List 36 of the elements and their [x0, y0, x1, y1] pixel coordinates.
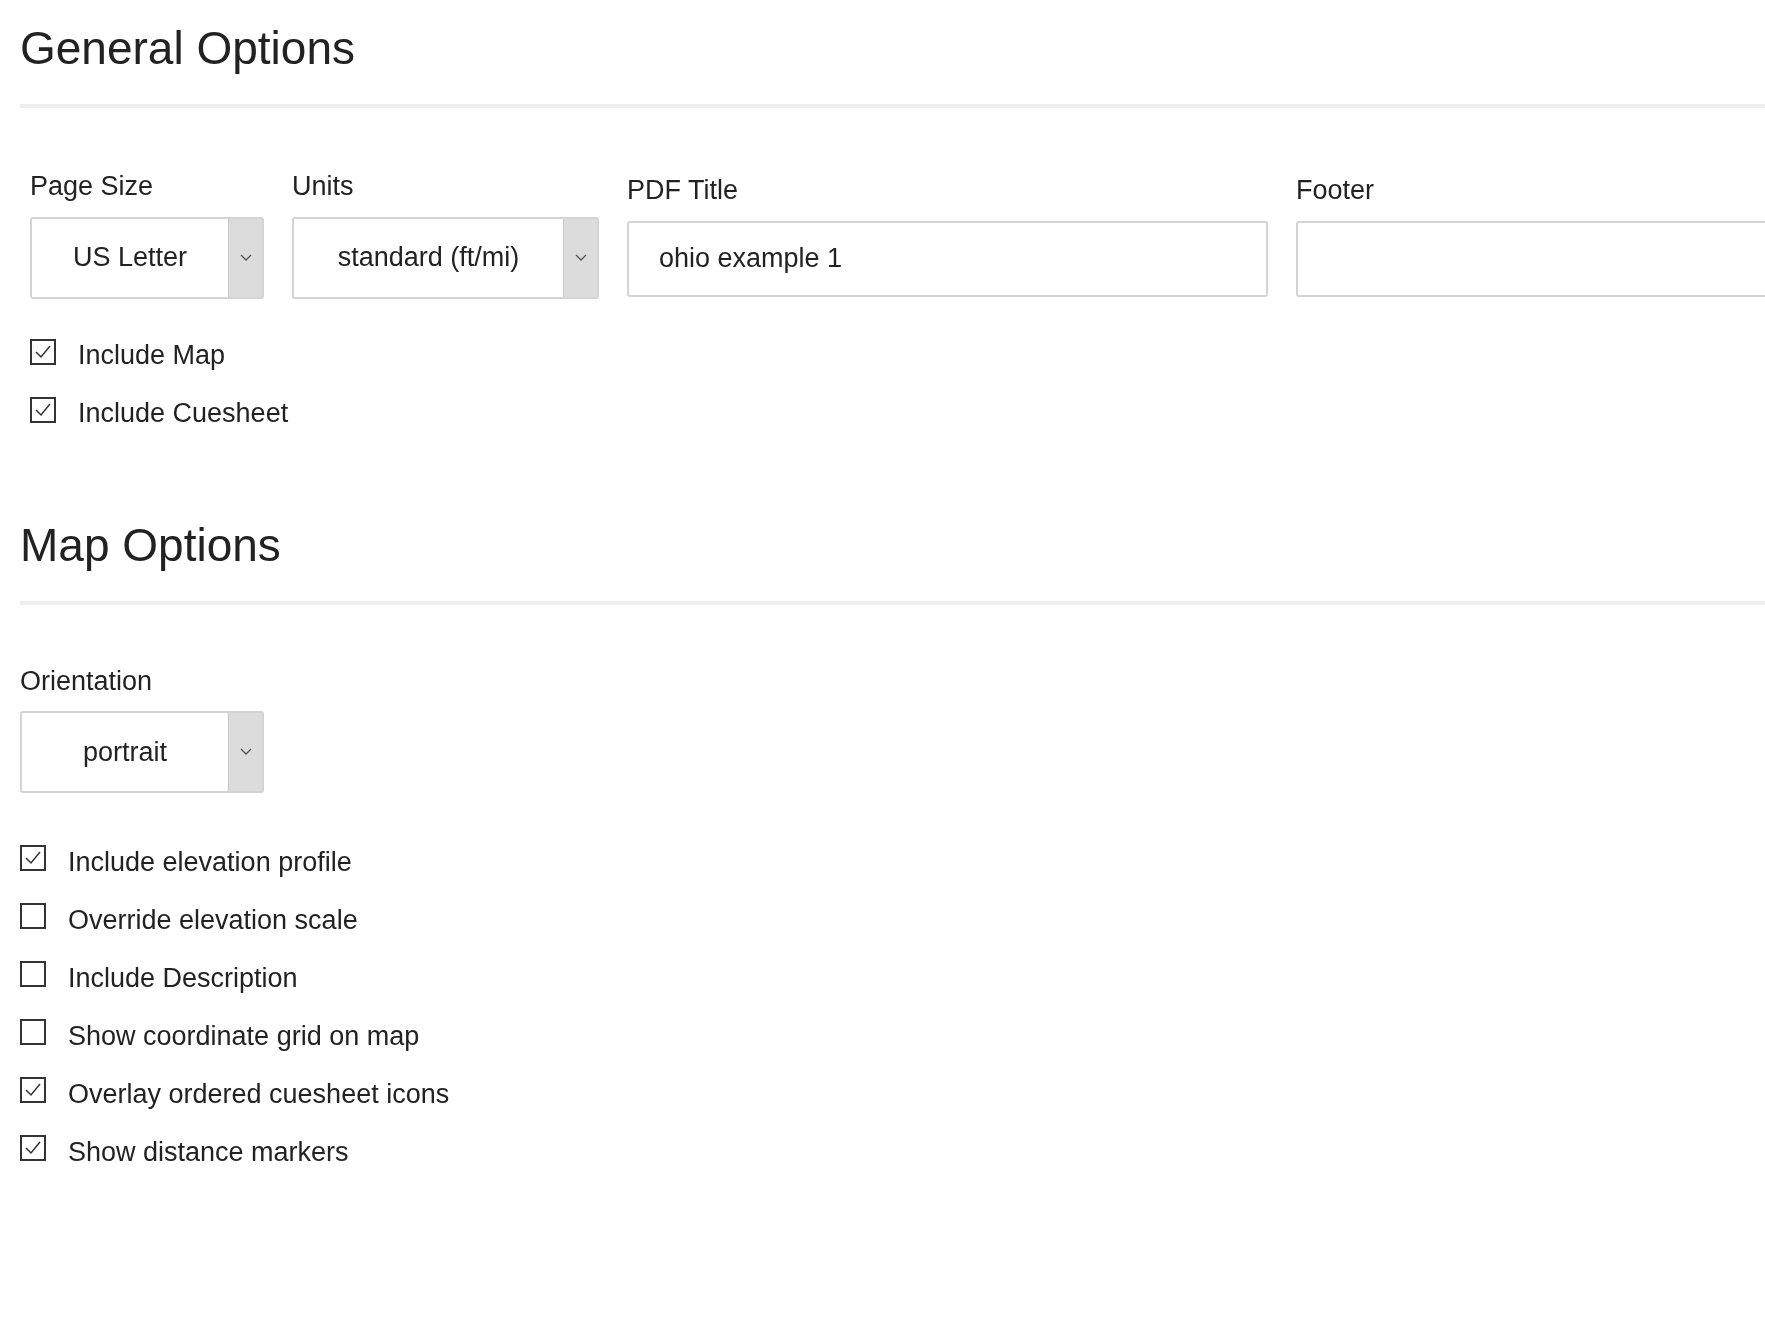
checkbox-label: Override elevation scale [68, 903, 358, 937]
check-icon [24, 1140, 42, 1156]
checkbox-label: Include elevation profile [68, 845, 352, 879]
checkbox-label: Show distance markers [68, 1135, 349, 1169]
checkbox-label: Show coordinate grid on map [68, 1019, 420, 1053]
dropdown[interactable]: standard (ft/mi) [292, 216, 599, 299]
check-icon [34, 343, 52, 360]
checkbox[interactable] [30, 396, 56, 423]
check-icon [34, 401, 52, 418]
checkbox-label: Include Description [68, 961, 298, 995]
chevron-down-icon [239, 748, 252, 756]
checkbox-label: Include Map [78, 339, 226, 373]
field-label: PDF Title [627, 174, 740, 207]
dropdown[interactable]: portrait [20, 711, 264, 793]
checkbox[interactable] [20, 1077, 46, 1103]
checkbox[interactable] [20, 1135, 46, 1161]
text-field[interactable] [1296, 220, 1765, 297]
chevron-down-icon [239, 253, 252, 262]
dropdown[interactable]: US Letter [30, 216, 264, 299]
check-icon [24, 1082, 42, 1098]
checkbox[interactable] [20, 903, 46, 929]
checkbox-label: Overlay ordered cuesheet icons [68, 1077, 450, 1111]
checkbox-label: Include Cuesheet [78, 397, 289, 431]
text-field[interactable]: ohio example 1 [627, 220, 1268, 297]
field-label: Units [292, 170, 355, 203]
checkbox[interactable] [20, 845, 46, 871]
section-heading: General Options [20, 21, 356, 76]
field-label: Page Size [30, 170, 155, 203]
section-heading: Map Options [20, 517, 282, 573]
checkbox[interactable] [30, 338, 56, 365]
check-icon [24, 850, 42, 866]
field-label: Footer [1296, 174, 1376, 207]
checkbox[interactable] [20, 1019, 46, 1045]
checkbox[interactable] [20, 961, 46, 987]
chevron-down-icon [574, 253, 587, 262]
field-label: Orientation [20, 664, 154, 698]
